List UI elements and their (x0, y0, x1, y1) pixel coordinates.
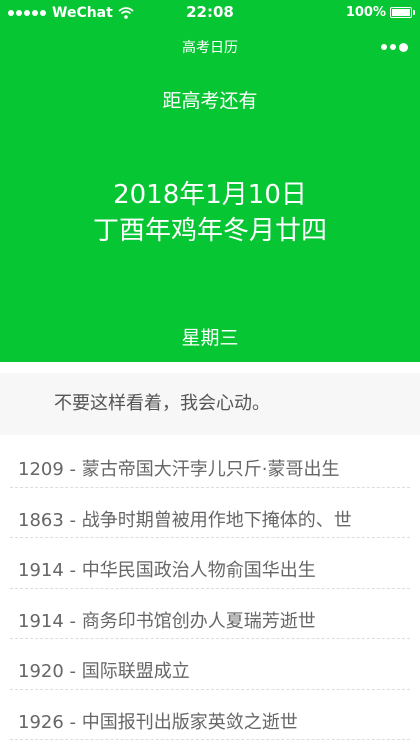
page-title: 高考日历 (182, 40, 238, 56)
lunar-date: 丁酉年鸡年冬月廿四 (92, 216, 327, 246)
status-right: 100% (345, 5, 415, 20)
countdown-label: 距高考还有 (162, 90, 258, 112)
status-bar: WeChat 22:08 100% (0, 0, 420, 26)
event-row[interactable]: 1914 - 中华民国政治人物俞国华出生 (10, 538, 410, 589)
event-text: 蒙古帝国大汗孛儿只斤·蒙哥出生 (81, 459, 340, 480)
event-row[interactable]: 1920 - 国际联盟成立 (10, 639, 410, 690)
countdown-header: WeChat 22:08 100% 高考日历 距高考还有 2018年1月10日 … (0, 0, 420, 362)
event-row[interactable]: 1926 - 中国报刊出版家英敛之逝世 (10, 690, 410, 740)
event-row[interactable]: 1863 - 战争时期曾被用作地下掩体的、世 (10, 488, 410, 538)
event-year: 1926 (18, 711, 64, 733)
event-text: 商务印书馆创办人夏瑞芳逝世 (81, 610, 316, 632)
weekday: 星期三 (181, 327, 239, 349)
event-year: 1914 (18, 560, 64, 581)
history-events-list: 1209 - 蒙古帝国大汗孛儿只斤·蒙哥出生 1863 - 战争时期曾被用作地下… (0, 437, 420, 740)
battery-icon (390, 7, 415, 18)
event-row[interactable]: 1209 - 蒙古帝国大汗孛儿只斤·蒙哥出生 (10, 437, 410, 488)
quote-text: 不要这样看着，我会心动。 (54, 393, 270, 414)
more-options-button[interactable] (378, 38, 408, 56)
event-year: 1920 (18, 661, 64, 682)
event-year: 1209 (18, 459, 64, 480)
event-text: 国际联盟成立 (81, 661, 190, 682)
event-text: 中华民国政治人物俞国华出生 (81, 560, 316, 581)
battery-percentage: 100% (345, 5, 386, 20)
event-text: 战争时期曾被用作地下掩体的、世 (81, 509, 352, 531)
event-year: 1914 (18, 610, 64, 632)
event-row[interactable]: 1914 - 商务印书馆创办人夏瑞芳逝世 (10, 589, 410, 639)
quote-card: 不要这样看着，我会心动。 (0, 373, 420, 435)
event-year: 1863 (18, 509, 64, 531)
app: WeChat 22:08 100% 高考日历 距高考还有 2018年1月10日 … (0, 0, 420, 747)
event-text: 中国报刊出版家英敛之逝世 (81, 711, 298, 733)
exam-date: 2018年1月10日 (113, 180, 307, 210)
